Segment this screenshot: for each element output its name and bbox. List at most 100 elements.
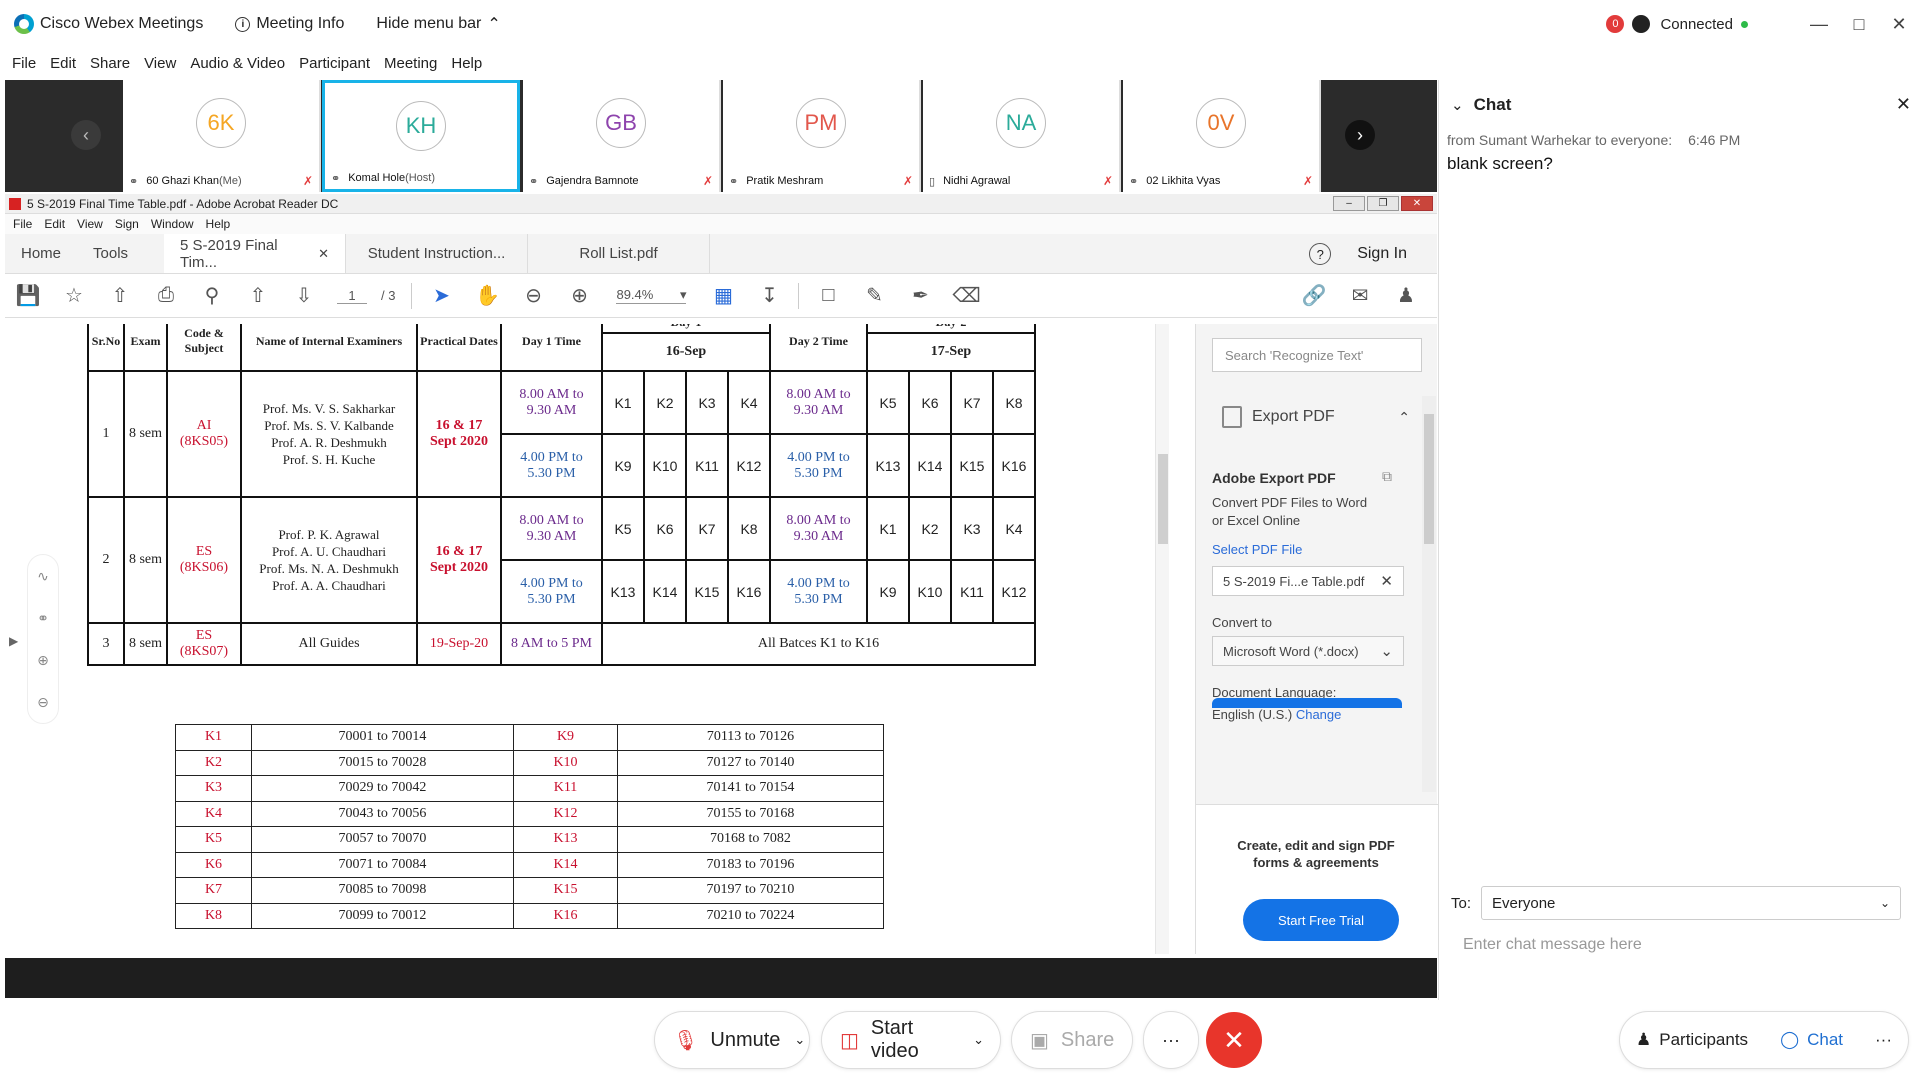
participant-tile[interactable]: 6K ⚭ 60 Ghazi Khan (Me) ✗ — [123, 80, 321, 192]
chevron-down-icon[interactable]: ⌄ — [1451, 96, 1464, 114]
start-video-label: Start video — [870, 1017, 919, 1062]
export-pdf-header[interactable]: Export PDF ⌃ — [1208, 396, 1418, 438]
highlight-pen-icon[interactable]: ✎ — [851, 283, 897, 308]
time-line: 4.00 PM to — [520, 575, 583, 591]
participant-tile[interactable]: NA ▯ Nidhi Agrawal ✗ — [923, 80, 1121, 192]
zoom-in-icon[interactable]: ⊕ — [556, 283, 602, 308]
convert-button-partial[interactable] — [1212, 698, 1402, 708]
participant-tile[interactable]: PM ⚭ Pratik Meshram ✗ — [723, 80, 921, 192]
expand-left-arrow-icon[interactable]: ▶ — [9, 634, 18, 648]
network-icon[interactable] — [1632, 15, 1651, 33]
chat-button[interactable]: ◯ Chat — [1764, 1012, 1859, 1068]
maximize-button[interactable]: □ — [1840, 14, 1878, 35]
draw-icon[interactable]: ∿ — [37, 568, 49, 585]
chevron-down-icon[interactable]: ⌄ — [794, 1032, 805, 1048]
acro-menu-view[interactable]: View — [77, 217, 103, 231]
sign-icon[interactable]: ✒ — [897, 283, 943, 308]
fit-page-icon[interactable]: ▦ — [700, 283, 746, 308]
erase-icon[interactable]: ⌫ — [943, 283, 989, 308]
email-icon[interactable]: ✉ — [1337, 283, 1383, 308]
participant-tile[interactable]: GB ⚭ Gajendra Bamnote ✗ — [523, 80, 721, 192]
acrobat-close-button[interactable]: ✕ — [1401, 196, 1433, 211]
acro-menu-window[interactable]: Window — [151, 217, 194, 231]
chat-message-input[interactable]: Enter chat message here — [1463, 936, 1893, 954]
change-language-link[interactable]: Change — [1296, 707, 1342, 722]
save-icon[interactable]: 💾 — [5, 283, 51, 308]
menu-audio-video[interactable]: Audio & Video — [190, 55, 285, 72]
zoom-search-icon[interactable]: ⚲ — [189, 283, 235, 308]
recognize-text-search-input[interactable]: Search 'Recognize Text' — [1212, 338, 1422, 372]
end-meeting-button[interactable]: ✕ — [1206, 1012, 1262, 1068]
chevron-down-icon: ▾ — [679, 287, 687, 302]
hide-menu-bar-button[interactable]: Hide menu bar ⌃ — [376, 14, 500, 34]
select-pointer-icon[interactable]: ➤ — [418, 283, 464, 308]
sign-in-button[interactable]: Sign In — [1357, 245, 1407, 263]
tab-tools[interactable]: Tools — [77, 234, 144, 273]
strip-next-button[interactable]: › — [1345, 120, 1375, 150]
clear-file-icon[interactable]: ✕ — [1380, 572, 1393, 590]
zoom-out-icon[interactable]: ⊖ — [510, 283, 556, 308]
tab-document-active[interactable]: 5 S-2019 Final Tim... ✕ — [164, 234, 347, 273]
bookmark-star-icon[interactable]: ☆ — [51, 283, 97, 308]
read-aloud-icon[interactable]: ⚭ — [37, 610, 49, 627]
acro-menu-sign[interactable]: Sign — [115, 217, 139, 231]
participant-tile[interactable]: 0V ⚭ 02 Likhita Vyas ✗ — [1123, 80, 1321, 192]
acrobat-minimize-button[interactable]: – — [1333, 196, 1365, 211]
rail-zoom-in-icon[interactable]: ⊕ — [37, 652, 49, 669]
roll-range: 70183 to 70196 — [617, 851, 884, 878]
panel-scrollbar[interactable] — [1422, 396, 1436, 792]
document-scrollbar[interactable] — [1155, 324, 1169, 954]
rail-zoom-out-icon[interactable]: ⊖ — [37, 694, 49, 711]
panel-more-button[interactable]: ··· — [1859, 1012, 1908, 1068]
strip-prev-button[interactable]: ‹ — [71, 120, 101, 150]
help-icon[interactable]: ? — [1309, 243, 1332, 265]
more-options-button[interactable]: ··· — [1144, 1012, 1198, 1068]
meeting-info-button[interactable]: i Meeting Info — [235, 15, 344, 33]
document-view[interactable]: ▶ ∿ ⚭ ⊕ ⊖ Sr.No Exam Code & Subject Name… — [5, 324, 1169, 954]
minimize-button[interactable]: — — [1800, 14, 1838, 35]
hand-tool-icon[interactable]: ✋ — [464, 283, 510, 308]
scrollbar-thumb[interactable] — [1158, 454, 1168, 544]
print-icon[interactable]: ⎙ — [143, 284, 189, 307]
close-tab-icon[interactable]: ✕ — [318, 246, 329, 262]
share-button[interactable]: ▣ Share — [1012, 1012, 1132, 1068]
start-free-trial-button[interactable]: Start Free Trial — [1243, 899, 1399, 941]
tab-home[interactable]: Home — [5, 234, 77, 273]
acro-menu-help[interactable]: Help — [206, 217, 231, 231]
page-number-input[interactable]: 1 — [337, 288, 367, 304]
menu-help[interactable]: Help — [451, 55, 482, 72]
menu-view[interactable]: View — [144, 55, 176, 72]
acrobat-restore-button[interactable]: ❐ — [1367, 196, 1399, 211]
tab-document[interactable]: Student Instruction... — [346, 234, 529, 273]
close-chat-icon[interactable]: ✕ — [1896, 94, 1911, 115]
page-down-icon[interactable]: ⇩ — [281, 283, 327, 308]
zoom-select[interactable]: 89.4% ▾ — [616, 287, 687, 304]
tab-document[interactable]: Roll List.pdf — [528, 234, 711, 273]
copy-icon[interactable]: ⧉ — [1382, 468, 1392, 485]
share-link-icon[interactable]: 🔗 — [1291, 283, 1337, 308]
menu-meeting[interactable]: Meeting — [384, 55, 437, 72]
selected-file-field[interactable]: 5 S-2019 Fi...e Table.pdf ✕ — [1212, 566, 1404, 596]
chat-label: Chat — [1807, 1030, 1844, 1049]
menu-share[interactable]: Share — [90, 55, 130, 72]
acro-menu-edit[interactable]: Edit — [44, 217, 65, 231]
close-button[interactable]: ✕ — [1880, 14, 1918, 35]
recording-badge[interactable]: 0 — [1606, 15, 1625, 33]
page-up-icon[interactable]: ⇧ — [235, 283, 281, 308]
acro-menu-file[interactable]: File — [13, 217, 32, 231]
upload-icon[interactable]: ⇧ — [97, 283, 143, 308]
convert-to-select[interactable]: Microsoft Word (*.docx) ⌄ — [1212, 636, 1404, 666]
scroll-mode-icon[interactable]: ↧ — [746, 283, 792, 308]
menu-file[interactable]: File — [12, 55, 36, 72]
menu-participant[interactable]: Participant — [299, 55, 370, 72]
menu-edit[interactable]: Edit — [50, 55, 76, 72]
participant-tile-active[interactable]: KH ⚭ Komal Hole (Host) — [322, 80, 520, 192]
participants-button[interactable]: ♟ Participants — [1620, 1012, 1764, 1068]
recipient-select[interactable]: Everyone ⌄ — [1481, 886, 1902, 920]
chevron-down-icon[interactable]: ⌄ — [973, 1032, 984, 1048]
comment-icon[interactable]: □ — [805, 284, 851, 307]
start-video-button[interactable]: ◫ Start video ⌄ — [822, 1012, 1000, 1068]
scrollbar-thumb[interactable] — [1424, 414, 1434, 544]
add-user-icon[interactable]: ♟ — [1383, 283, 1429, 308]
unmute-button[interactable]: 🎙 Unmute ⌄ — [655, 1012, 809, 1068]
